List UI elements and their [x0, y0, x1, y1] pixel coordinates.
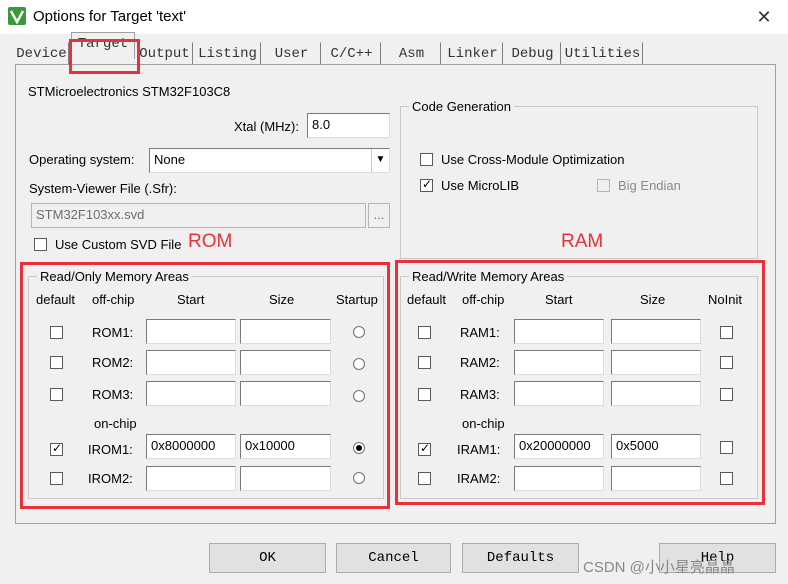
xtal-input[interactable]: 8.0 [307, 113, 390, 138]
ram-highlight [395, 260, 765, 505]
cross-module-checkbox[interactable] [420, 153, 433, 166]
tab-utilities[interactable]: Utilities [563, 42, 643, 66]
tab-listing[interactable]: Listing [195, 42, 261, 66]
xtal-label: Xtal (MHz): [234, 119, 299, 134]
close-icon[interactable]: ✕ [752, 5, 776, 29]
tab-linker[interactable]: Linker [443, 42, 503, 66]
tab-output[interactable]: Output [137, 42, 193, 66]
window-title: Options for Target 'text' [33, 8, 187, 25]
big-endian-checkbox [597, 179, 610, 192]
target-tab-highlight [69, 39, 140, 74]
sfr-browse-button: ... [368, 203, 390, 228]
microlib-checkbox[interactable]: ✓ [420, 177, 433, 192]
cancel-button[interactable]: Cancel [336, 543, 451, 573]
keil-app-icon [8, 7, 26, 25]
chevron-down-icon[interactable]: ▼ [371, 149, 389, 172]
tab-debug[interactable]: Debug [505, 42, 561, 66]
tab-asm[interactable]: Asm [383, 42, 441, 66]
device-name: STMicroelectronics STM32F103C8 [28, 84, 231, 99]
sfr-label: System-Viewer File (.Sfr): [29, 181, 177, 196]
custom-svd-label: Use Custom SVD File [55, 237, 182, 252]
csdn-watermark: CSDN @小小星亮晶晶 [583, 559, 735, 576]
rom-annotation: ROM [188, 231, 233, 252]
cross-module-label: Use Cross-Module Optimization [441, 152, 625, 167]
os-select-value: None [154, 152, 186, 167]
tab-device[interactable]: Device [15, 42, 69, 66]
code-generation-title: Code Generation [409, 99, 515, 114]
microlib-label: Use MicroLIB [441, 178, 520, 193]
rom-highlight [20, 262, 390, 509]
ram-annotation: RAM [561, 231, 604, 252]
ok-button[interactable]: OK [209, 543, 326, 573]
check-icon: ✓ [422, 177, 433, 191]
tab-cc[interactable]: C/C++ [323, 42, 381, 66]
os-label: Operating system: [29, 152, 135, 167]
tab-user[interactable]: User [263, 42, 321, 66]
os-select[interactable]: None ▼ [149, 148, 390, 173]
custom-svd-checkbox[interactable] [34, 238, 47, 251]
big-endian-label: Big Endian [618, 178, 681, 193]
sfr-input: STM32F103xx.svd [31, 203, 366, 228]
defaults-button[interactable]: Defaults [462, 543, 579, 573]
